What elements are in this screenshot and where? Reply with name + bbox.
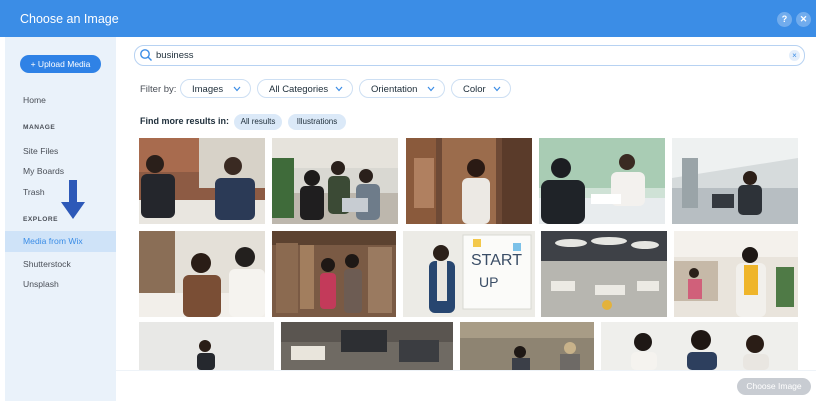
image-tile[interactable] [460, 322, 594, 370]
sidebar-item-shutterstock[interactable]: Shutterstock [23, 259, 71, 269]
title-bar: Choose an Image ? ✕ [0, 0, 816, 37]
team-laptop-photo [272, 138, 398, 224]
business-meeting-photo [139, 138, 265, 224]
close-button[interactable]: ✕ [796, 12, 811, 27]
sidebar-item-trash[interactable]: Trash [23, 187, 45, 197]
office-worker-photo [672, 138, 798, 224]
office-team-photo [674, 231, 798, 317]
shop-owner-photo [406, 138, 532, 224]
chevron-down-icon [233, 86, 241, 92]
image-tile[interactable] [139, 138, 265, 224]
svg-text:UP: UP [479, 274, 498, 290]
svg-text:START: START [471, 252, 522, 269]
filter-images-dropdown[interactable]: Images [180, 79, 251, 98]
image-tile[interactable] [139, 322, 274, 370]
window-title: Choose an Image [20, 12, 119, 26]
filter-categories-dropdown[interactable]: All Categories [257, 79, 353, 98]
businesswoman-photo [139, 322, 274, 370]
search-bar[interactable]: business × [134, 45, 805, 66]
clothing-shop-photo [272, 231, 396, 317]
sidebar-item-media-from-wix[interactable]: Media from Wix [5, 231, 116, 252]
sidebar-item-my-boards[interactable]: My Boards [23, 166, 64, 176]
explore-heading: EXPLORE [23, 216, 59, 223]
clear-icon: × [792, 51, 797, 60]
image-tile[interactable] [406, 138, 532, 224]
chevron-down-icon [335, 86, 343, 92]
image-tile[interactable] [139, 231, 265, 317]
more-results-label: Find more results in: [140, 116, 230, 126]
sidebar-item-home[interactable]: Home [23, 95, 46, 105]
image-tile[interactable] [541, 231, 667, 317]
image-tile[interactable] [272, 138, 398, 224]
whiteboard-presentation-photo: START UP [403, 231, 535, 317]
manage-heading: MANAGE [23, 124, 56, 131]
close-icon: ✕ [799, 14, 808, 24]
upload-media-button[interactable]: + Upload Media [20, 55, 101, 73]
choose-image-button[interactable]: Choose Image [737, 378, 811, 395]
image-tile[interactable] [672, 138, 798, 224]
chevron-down-icon [427, 86, 435, 92]
search-input[interactable]: business [156, 50, 194, 61]
business-team-portrait-photo [601, 322, 798, 370]
sidebar-item-label: Media from Wix [23, 236, 83, 246]
office-discussion-photo [539, 138, 665, 224]
handshake-meeting-photo [139, 231, 265, 317]
filter-orientation-dropdown[interactable]: Orientation [359, 79, 445, 98]
desk-laptop-photo [281, 322, 453, 370]
image-tile[interactable] [601, 322, 798, 370]
filter-label: Filter by: [140, 84, 177, 95]
image-tile[interactable] [281, 322, 453, 370]
down-arrow-annotation [61, 180, 85, 219]
sidebar-item-site-files[interactable]: Site Files [23, 146, 58, 156]
image-tile[interactable]: START UP [403, 231, 535, 317]
question-icon: ? [781, 14, 788, 24]
help-button[interactable]: ? [777, 12, 792, 27]
image-tile[interactable] [539, 138, 665, 224]
chevron-down-icon [493, 86, 501, 92]
image-tile[interactable] [272, 231, 396, 317]
team-office-photo [460, 322, 594, 370]
search-icon [140, 49, 152, 61]
coworking-space-photo [541, 231, 667, 317]
clear-search-button[interactable]: × [789, 50, 800, 61]
tag-all-results[interactable]: All results [234, 114, 282, 130]
filter-color-dropdown[interactable]: Color [451, 79, 511, 98]
image-tile[interactable] [674, 231, 798, 317]
tag-illustrations[interactable]: Illustrations [288, 114, 346, 130]
sidebar-item-unsplash[interactable]: Unsplash [23, 279, 59, 289]
footer-bar [116, 370, 816, 402]
